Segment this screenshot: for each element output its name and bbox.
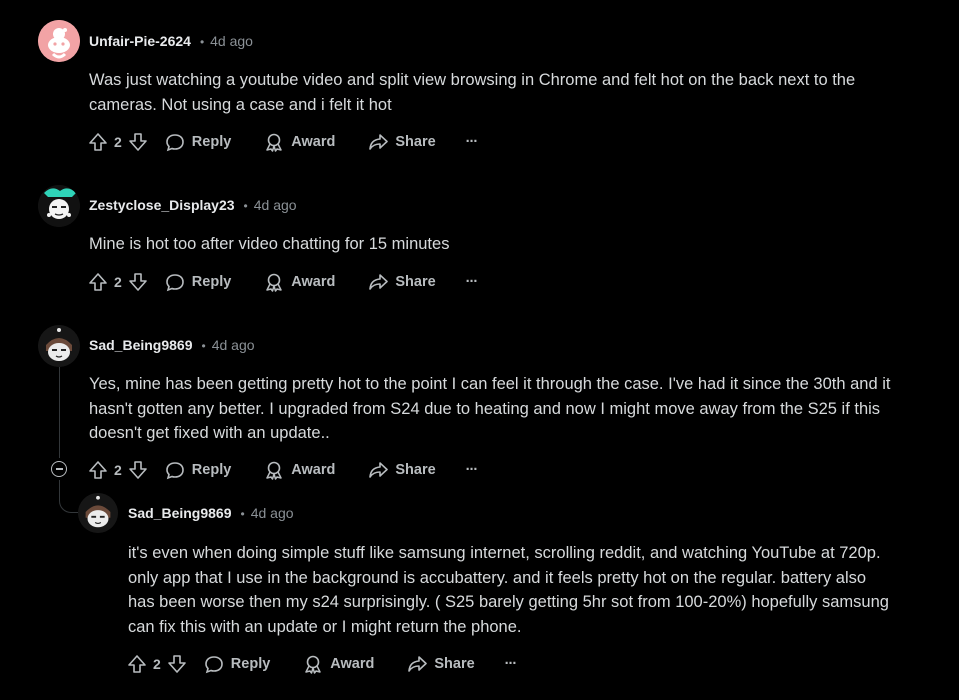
award-label: Award xyxy=(330,656,375,672)
share-label: Share xyxy=(434,656,475,672)
timestamp[interactable]: 4d ago xyxy=(251,505,294,521)
snoo-avatar-icon xyxy=(78,493,118,533)
comment-actions: 2 Reply Award Share ··· xyxy=(127,652,517,676)
comment-reply: Sad_Being9869 • 4d ago it's even when do… xyxy=(0,0,959,700)
avatar[interactable] xyxy=(78,493,118,533)
downvote-icon xyxy=(167,655,186,673)
award-button[interactable]: Award xyxy=(303,654,374,674)
upvote-icon xyxy=(128,655,146,673)
upvote-button[interactable] xyxy=(127,654,147,674)
separator-dot: • xyxy=(240,507,245,521)
comment-text-line: it's even when doing simple stuff like s… xyxy=(128,544,881,562)
comment-text-line: only app that I use in the background is… xyxy=(128,568,867,587)
share-button[interactable]: Share xyxy=(407,654,475,674)
share-icon xyxy=(408,656,428,672)
comment-body: it's even when doing simple stuff like s… xyxy=(128,541,889,639)
reply-icon xyxy=(204,656,223,674)
more-options-button[interactable]: ··· xyxy=(505,656,517,672)
more-icon: ··· xyxy=(504,656,517,672)
vote-count: 2 xyxy=(153,656,161,672)
username[interactable]: Sad_Being9869 xyxy=(128,505,232,521)
downvote-button[interactable] xyxy=(167,654,187,674)
award-icon xyxy=(305,655,322,674)
comment-text-line: can fix this with an update or I might r… xyxy=(128,617,522,636)
reply-button[interactable]: Reply xyxy=(204,654,271,674)
comment-text-line: has been worse then my s24 surprisingly.… xyxy=(128,593,889,612)
reply-label: Reply xyxy=(230,656,271,672)
